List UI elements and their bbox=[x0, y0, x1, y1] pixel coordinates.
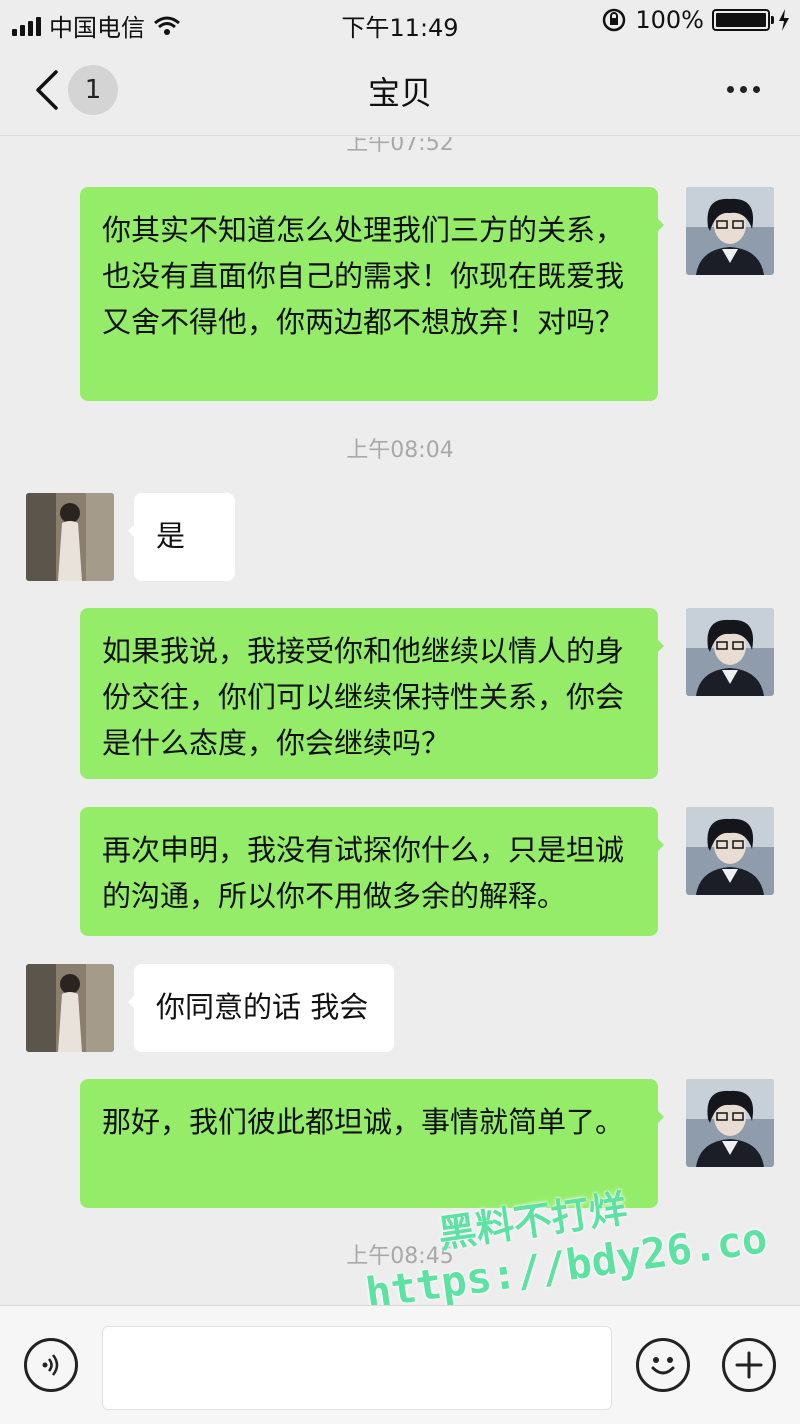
voice-icon[interactable] bbox=[24, 1338, 78, 1392]
sent-message-bubble[interactable]: 你其实不知道怎么处理我们三方的关系，也没有直面你自己的需求！你现在既爱我又舍不得… bbox=[80, 187, 664, 401]
input-bar bbox=[0, 1305, 800, 1424]
my-avatar[interactable] bbox=[686, 187, 774, 275]
charging-icon bbox=[779, 9, 789, 31]
message-input[interactable] bbox=[102, 1326, 612, 1410]
status-right: 100% bbox=[601, 6, 790, 34]
plus-icon[interactable] bbox=[722, 1338, 776, 1392]
timestamp: 上午08:45 bbox=[346, 1244, 454, 1269]
nav-bar: 1 宝贝 bbox=[0, 44, 800, 136]
sent-message-bubble[interactable]: 那好，我们彼此都坦诚，事情就简单了。 bbox=[80, 1079, 664, 1208]
my-avatar[interactable] bbox=[686, 608, 774, 696]
received-message-bubble[interactable]: 你同意的话 我会 bbox=[128, 964, 394, 1052]
chat-area[interactable]: 上午07:52 你其实不知道怎么处理我们三方的关系，也没有直面你自己的需求！你现… bbox=[0, 137, 800, 1305]
status-bar: 中国电信 下午11:49 100% bbox=[0, 0, 800, 44]
battery-percent: 100% bbox=[635, 6, 704, 34]
my-avatar[interactable] bbox=[686, 1079, 774, 1167]
chat-title: 宝贝 bbox=[367, 74, 432, 112]
contact-avatar[interactable] bbox=[26, 493, 114, 581]
sent-message-bubble[interactable]: 如果我说，我接受你和他继续以情人的身份交往，你们可以继续保持性关系，你会是什么态… bbox=[80, 608, 664, 779]
battery-icon bbox=[712, 9, 774, 31]
emoji-icon[interactable] bbox=[636, 1338, 690, 1392]
sent-message-bubble[interactable]: 再次申明，我没有试探你什么，只是坦诚的沟通，所以你不用做多余的解释。 bbox=[80, 807, 664, 936]
orientation-lock-icon bbox=[603, 8, 626, 32]
timestamp: 上午08:04 bbox=[346, 438, 454, 463]
my-avatar[interactable] bbox=[686, 807, 774, 895]
more-options-icon[interactable] bbox=[727, 86, 760, 93]
received-message-bubble[interactable]: 是 bbox=[128, 493, 235, 581]
contact-avatar[interactable] bbox=[26, 964, 114, 1052]
timestamp: 上午07:52 bbox=[346, 137, 454, 156]
